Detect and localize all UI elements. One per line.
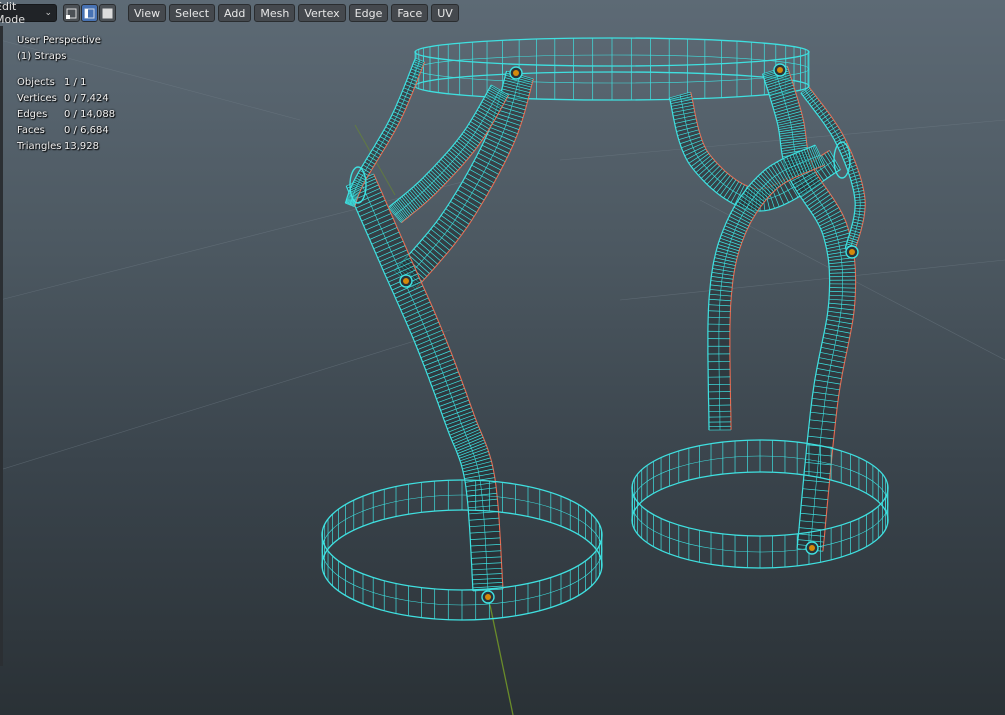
stat-value: 0 / 7,424 bbox=[64, 93, 109, 104]
y-axis-line bbox=[489, 604, 514, 715]
viewport-text-info: User Perspective (1) Straps Objects 1 / … bbox=[17, 33, 115, 155]
menu-vertex[interactable]: Vertex bbox=[298, 4, 346, 22]
menu-view[interactable]: View bbox=[128, 4, 167, 22]
stat-row: Edges 0 / 14,088 bbox=[17, 107, 115, 123]
stat-value: 0 / 6,684 bbox=[64, 125, 109, 136]
toolbar-edge bbox=[0, 26, 3, 666]
menu-uv[interactable]: UV bbox=[431, 4, 459, 22]
vertex-select-button[interactable] bbox=[63, 4, 80, 22]
viewport-header: Edit Mode ⌄ View bbox=[0, 0, 1005, 26]
stat-value: 0 / 14,088 bbox=[64, 109, 116, 120]
stat-label: Vertices bbox=[17, 93, 57, 104]
edge-select-button[interactable] bbox=[81, 4, 98, 22]
mode-dropdown[interactable]: Edit Mode ⌄ bbox=[0, 0, 57, 26]
strap-rivet bbox=[513, 70, 519, 76]
stat-label: Edges bbox=[17, 109, 48, 120]
strap-rivet bbox=[849, 249, 855, 255]
chevron-down-icon: ⌄ bbox=[44, 8, 52, 18]
right-thigh-strap bbox=[631, 439, 889, 569]
3d-viewport[interactable]: Edit Mode ⌄ View bbox=[0, 0, 1005, 715]
face-select-button[interactable] bbox=[99, 4, 116, 22]
grid-line bbox=[0, 329, 451, 471]
left-side-strap bbox=[344, 57, 426, 208]
stat-label: Triangles bbox=[17, 141, 62, 152]
header-menus: View Select Add Mesh Vertex Edge Face UV bbox=[128, 4, 459, 22]
waist-strap bbox=[414, 37, 810, 101]
stat-row: Triangles 13,928 bbox=[17, 139, 115, 155]
stat-label: Objects bbox=[17, 77, 55, 88]
left-front-strap bbox=[393, 70, 534, 290]
menu-add[interactable]: Add bbox=[218, 4, 252, 22]
menu-face[interactable]: Face bbox=[391, 4, 429, 22]
stat-value: 13,928 bbox=[64, 141, 99, 152]
left-thigh-strap bbox=[321, 479, 603, 621]
mesh-scene[interactable] bbox=[0, 0, 1005, 715]
menu-select[interactable]: Select bbox=[169, 4, 216, 22]
stat-row: Objects 1 / 1 bbox=[17, 75, 115, 91]
view-name: User Perspective bbox=[17, 35, 101, 46]
select-mode-group bbox=[63, 4, 116, 22]
menu-mesh[interactable]: Mesh bbox=[254, 4, 296, 22]
menu-edge[interactable]: Edge bbox=[348, 4, 389, 22]
strap-rivet bbox=[403, 278, 409, 284]
strap-rivet bbox=[809, 545, 815, 551]
face-select-icon bbox=[102, 8, 113, 18]
strap-rivet bbox=[485, 594, 491, 600]
object-name: (1) Straps bbox=[17, 51, 67, 62]
strap-rivet bbox=[777, 67, 783, 73]
mode-label: Edit Mode bbox=[0, 0, 25, 26]
stat-row: Vertices 0 / 7,424 bbox=[17, 91, 115, 107]
edge-select-icon bbox=[84, 8, 95, 18]
vertex-select-icon bbox=[66, 8, 77, 19]
stat-value: 1 / 1 bbox=[64, 77, 87, 88]
grid-line bbox=[619, 259, 1005, 301]
stat-label: Faces bbox=[17, 125, 45, 136]
stat-row: Faces 0 / 6,684 bbox=[17, 123, 115, 139]
